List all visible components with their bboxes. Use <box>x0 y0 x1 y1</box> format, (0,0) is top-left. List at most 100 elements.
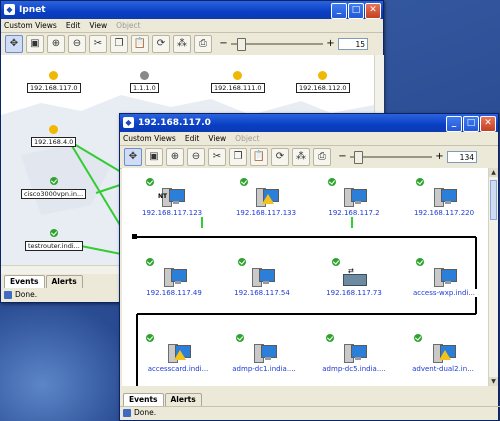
close-button[interactable]: ✕ <box>480 116 496 132</box>
map-node-192-168-111-0[interactable]: 192.168.111.0 <box>211 71 265 93</box>
warning-status-icon <box>49 125 59 134</box>
zoom-slider[interactable] <box>350 150 432 164</box>
tab-events[interactable]: Events <box>4 275 45 288</box>
zoom-plus-icon[interactable]: + <box>435 152 444 162</box>
zoom-value-field[interactable]: 134 <box>447 151 477 163</box>
unknown-status-icon <box>139 71 149 80</box>
menu-view[interactable]: View <box>89 19 107 32</box>
workstation-icon <box>248 266 276 288</box>
zoom-value-field[interactable]: 15 <box>338 38 368 50</box>
menu-custom-views[interactable]: Custom Views <box>123 132 176 145</box>
app-icon: ◆ <box>4 4 15 15</box>
zoom-minus-icon[interactable]: − <box>219 39 228 49</box>
layout-icon[interactable]: ⁂ <box>173 35 191 53</box>
subnet-map-canvas[interactable]: NT 192.168.117.123 192.168.117.133 192.1… <box>122 168 488 386</box>
ok-status-icon <box>416 258 424 266</box>
select-tool-icon[interactable]: ✥ <box>5 35 23 53</box>
layout-icon[interactable]: ⁂ <box>292 148 310 166</box>
minimize-button[interactable]: _ <box>446 116 462 132</box>
status-icon <box>4 291 12 299</box>
device-node-192-168-117-123[interactable]: NT 192.168.117.123 <box>140 178 205 217</box>
ok-status-icon <box>416 178 424 186</box>
map-node-cisco3000vpn[interactable]: cisco3000vpn.in... <box>21 177 87 199</box>
map-node-1-1-1-0[interactable]: 1.1.1.0 <box>130 71 159 93</box>
menu-object[interactable]: Object <box>235 132 259 145</box>
print-icon[interactable]: ⎙ <box>313 148 331 166</box>
subnet-window[interactable]: ◆ 192.168.117.0 _ □ ✕ Custom Views Edit … <box>119 113 500 421</box>
device-node-access-wxp[interactable]: access-wxp.indi... <box>408 258 480 297</box>
refresh-icon[interactable]: ⟳ <box>271 148 289 166</box>
ok-status-icon <box>236 334 244 342</box>
copy-icon[interactable]: ❐ <box>229 148 247 166</box>
paste-icon[interactable]: 📋 <box>250 148 268 166</box>
zoom-out-icon[interactable]: ⊖ <box>68 35 86 53</box>
minimize-button[interactable]: _ <box>331 3 347 19</box>
device-node-192-168-117-220[interactable]: 192.168.117.220 <box>410 178 478 217</box>
workstation-icon <box>430 266 458 288</box>
device-node-admp-dc1[interactable]: admp-dc1.india.... <box>228 334 300 373</box>
ok-status-icon <box>49 177 58 185</box>
device-node-192-168-117-54[interactable]: 192.168.117.54 <box>230 258 294 297</box>
zoom-in-icon[interactable]: ⊕ <box>47 35 65 53</box>
subnet-vertical-scrollbar[interactable]: ▲ ▼ <box>488 168 498 386</box>
subnet-title-bar[interactable]: ◆ 192.168.117.0 _ □ ✕ <box>120 114 498 132</box>
nt-server-icon: NT <box>158 186 186 208</box>
workstation-warning-icon <box>164 342 192 364</box>
map-node-192-168-4-0[interactable]: 192.168.4.0 <box>31 125 77 147</box>
refresh-icon[interactable]: ⟳ <box>152 35 170 53</box>
maximize-button[interactable]: □ <box>463 116 479 132</box>
fit-view-icon[interactable]: ▣ <box>145 148 163 166</box>
fit-view-icon[interactable]: ▣ <box>26 35 44 53</box>
zoom-out-icon[interactable]: ⊖ <box>187 148 205 166</box>
device-node-192-168-117-133[interactable]: 192.168.117.133 <box>232 178 300 217</box>
tab-alerts[interactable]: Alerts <box>45 275 83 288</box>
warning-status-icon <box>49 71 59 80</box>
cut-icon[interactable]: ✂ <box>208 148 226 166</box>
map-node-testrouter[interactable]: testrouter.indi... <box>25 229 83 251</box>
workstation-icon <box>340 186 368 208</box>
tab-alerts[interactable]: Alerts <box>164 393 202 406</box>
ok-status-icon <box>414 334 422 342</box>
ipnet-window-title: Ipnet <box>19 5 46 15</box>
device-node-advent-dual2[interactable]: advent-dual2.in... <box>406 334 480 373</box>
zoom-in-icon[interactable]: ⊕ <box>166 148 184 166</box>
subnet-bottom-tabs: Events Alerts <box>123 393 202 406</box>
menu-view[interactable]: View <box>208 132 226 145</box>
device-node-192-168-117-2[interactable]: 192.168.117.2 <box>322 178 386 217</box>
app-icon: ◆ <box>123 117 134 128</box>
maximize-button[interactable]: □ <box>348 3 364 19</box>
ok-status-icon <box>146 178 154 186</box>
menu-custom-views[interactable]: Custom Views <box>4 19 57 32</box>
menu-object[interactable]: Object <box>116 19 140 32</box>
workstation-icon <box>430 186 458 208</box>
device-node-admp-dc5[interactable]: admp-dc5.india.... <box>318 334 390 373</box>
close-button[interactable]: ✕ <box>365 3 381 19</box>
status-icon <box>123 409 131 417</box>
device-node-192-168-117-73[interactable]: ⇄ 192.168.117.73 <box>322 258 386 297</box>
zoom-minus-icon[interactable]: − <box>338 152 347 162</box>
device-node-192-168-117-49[interactable]: 192.168.117.49 <box>142 258 206 297</box>
map-node-192-168-117-0[interactable]: 192.168.117.0 <box>27 71 81 93</box>
subnet-menu-bar: Custom Views Edit View Object <box>120 132 498 146</box>
paste-icon[interactable]: 📋 <box>131 35 149 53</box>
tab-events[interactable]: Events <box>123 393 164 406</box>
device-node-accesscard[interactable]: accesscard.indi... <box>142 334 214 373</box>
scroll-up-icon[interactable]: ▲ <box>489 168 498 177</box>
select-tool-icon[interactable]: ✥ <box>124 148 142 166</box>
print-icon[interactable]: ⎙ <box>194 35 212 53</box>
map-node-192-168-112-0[interactable]: 192.168.112.0 <box>296 71 350 93</box>
workstation-warning-icon <box>252 186 280 208</box>
copy-icon[interactable]: ❐ <box>110 35 128 53</box>
zoom-plus-icon[interactable]: + <box>326 39 335 49</box>
menu-edit[interactable]: Edit <box>66 19 81 32</box>
scroll-thumb[interactable] <box>490 180 497 220</box>
subnet-window-title: 192.168.117.0 <box>138 118 211 128</box>
ipnet-title-bar[interactable]: ◆ Ipnet _ □ ✕ <box>1 1 383 19</box>
ok-status-icon <box>240 178 248 186</box>
cut-icon[interactable]: ✂ <box>89 35 107 53</box>
scroll-down-icon[interactable]: ▼ <box>489 377 498 386</box>
menu-edit[interactable]: Edit <box>185 132 200 145</box>
zoom-slider[interactable] <box>231 37 323 51</box>
ok-status-icon <box>332 258 340 266</box>
warning-status-icon <box>318 71 328 80</box>
